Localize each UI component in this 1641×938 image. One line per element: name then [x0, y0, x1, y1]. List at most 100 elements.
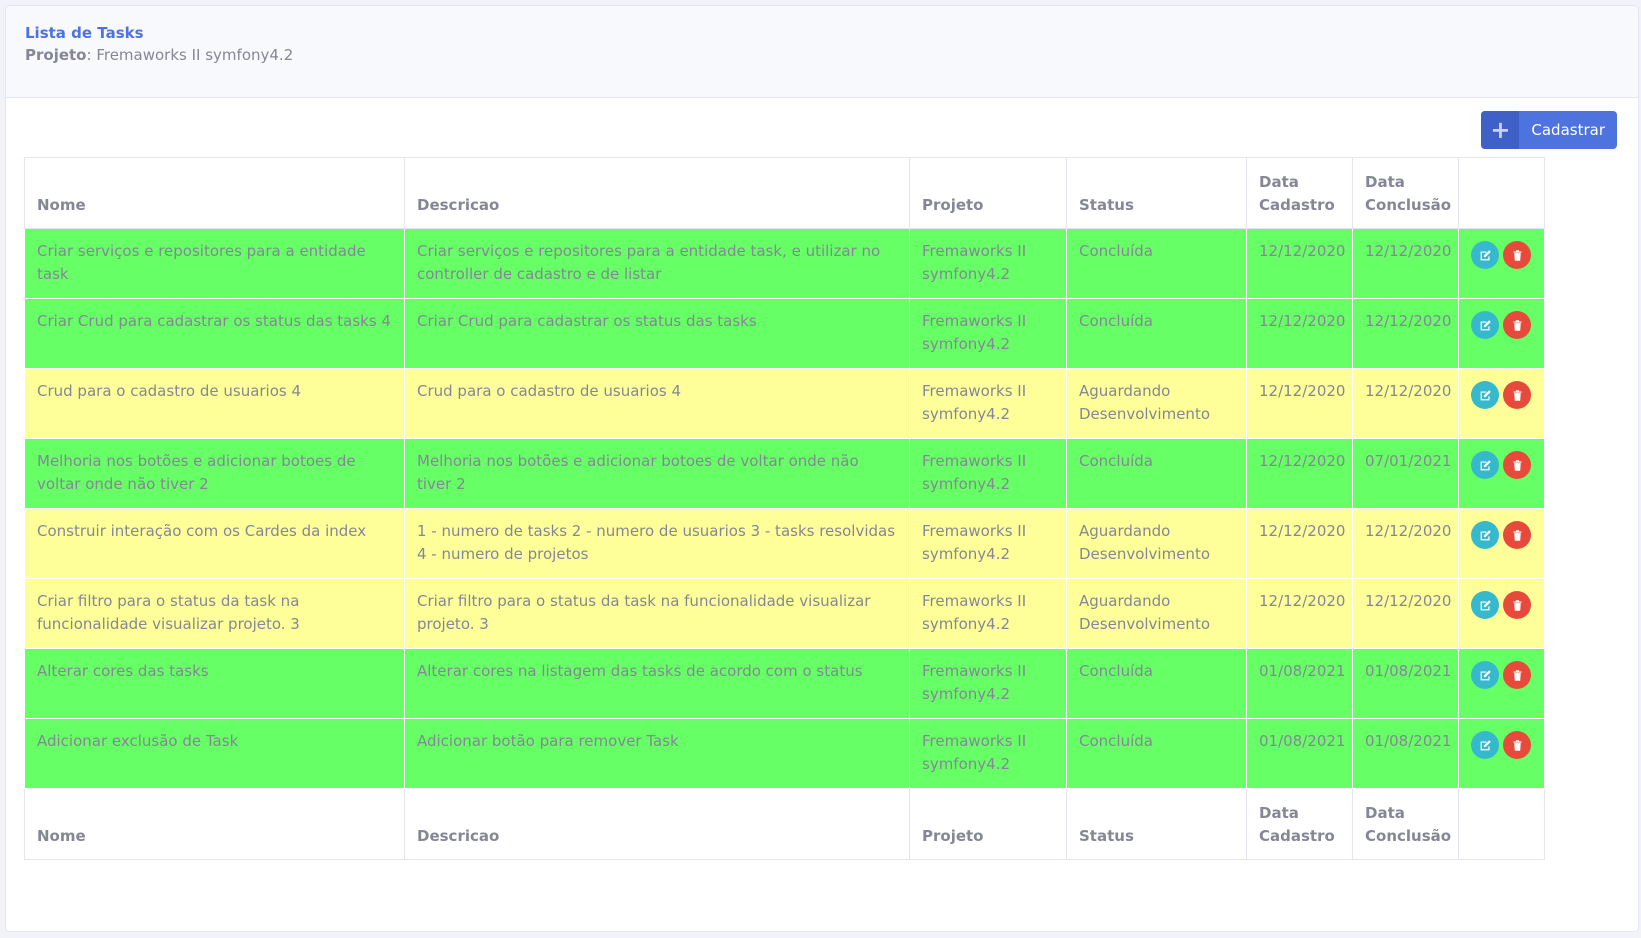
plus-icon: +	[1481, 111, 1520, 149]
row-actions	[1471, 310, 1532, 339]
cell-data-conclusao: 07/01/2021	[1352, 438, 1459, 509]
table-row: Alterar cores das tasks Alterar cores na …	[24, 648, 1545, 719]
col-footer-projeto: Projeto	[909, 788, 1067, 860]
trash-icon	[1512, 529, 1522, 541]
cell-projeto: Fremaworks II symfony4.2	[909, 228, 1067, 299]
delete-button[interactable]	[1503, 381, 1531, 409]
cell-actions	[1458, 298, 1545, 369]
table-row: Criar serviços e repositores para a enti…	[24, 228, 1545, 299]
edit-icon	[1480, 319, 1491, 330]
col-header-descricao[interactable]: Descricao	[404, 157, 910, 229]
cadastrar-button[interactable]: + Cadastrar	[1481, 111, 1617, 149]
cell-data-conclusao: 12/12/2020	[1352, 228, 1459, 299]
cell-nome: Criar filtro para o status da task na fu…	[24, 578, 405, 649]
cell-data-conclusao: 12/12/2020	[1352, 578, 1459, 649]
cell-data-cadastro: 12/12/2020	[1246, 438, 1353, 509]
delete-button[interactable]	[1503, 591, 1531, 619]
tasks-table: Nome Descricao Projeto Status Data Cadas…	[24, 157, 1545, 860]
cell-actions	[1458, 718, 1545, 789]
cell-status: Concluída	[1066, 298, 1247, 369]
table-row: Melhoria nos botões e adicionar botoes d…	[24, 438, 1545, 509]
row-actions	[1471, 590, 1532, 619]
cell-projeto: Fremaworks II symfony4.2	[909, 298, 1067, 369]
project-info: Projeto: Fremaworks II symfony4.2	[25, 46, 294, 64]
cell-data-conclusao: 01/08/2021	[1352, 648, 1459, 719]
cell-nome: Criar Crud para cadastrar os status das …	[24, 298, 405, 369]
cell-data-cadastro: 12/12/2020	[1246, 578, 1353, 649]
edit-icon	[1480, 389, 1491, 400]
edit-button[interactable]	[1471, 661, 1499, 689]
cell-data-cadastro: 12/12/2020	[1246, 228, 1353, 299]
cell-data-cadastro: 12/12/2020	[1246, 298, 1353, 369]
delete-button[interactable]	[1503, 521, 1531, 549]
cell-descricao: Melhoria nos botões e adicionar botoes d…	[404, 438, 910, 509]
cell-actions	[1458, 508, 1545, 579]
edit-icon	[1480, 529, 1491, 540]
edit-icon	[1480, 739, 1491, 750]
trash-icon	[1512, 599, 1522, 611]
row-actions	[1471, 450, 1532, 479]
cell-projeto: Fremaworks II symfony4.2	[909, 438, 1067, 509]
trash-icon	[1512, 319, 1522, 331]
cell-status: Concluída	[1066, 438, 1247, 509]
cell-data-cadastro: 12/12/2020	[1246, 508, 1353, 579]
cell-status: Concluída	[1066, 648, 1247, 719]
table-row: Criar filtro para o status da task na fu…	[24, 578, 1545, 649]
delete-button[interactable]	[1503, 241, 1531, 269]
edit-button[interactable]	[1471, 311, 1499, 339]
cell-actions	[1458, 228, 1545, 299]
col-header-data-conclusao[interactable]: Data Conclusão	[1352, 157, 1459, 229]
delete-button[interactable]	[1503, 731, 1531, 759]
cell-status: Concluída	[1066, 228, 1247, 299]
cell-data-cadastro: 01/08/2021	[1246, 718, 1353, 789]
edit-button[interactable]	[1471, 591, 1499, 619]
row-actions	[1471, 380, 1532, 409]
cell-projeto: Fremaworks II symfony4.2	[909, 368, 1067, 439]
row-actions	[1471, 660, 1532, 689]
cell-data-conclusao: 01/08/2021	[1352, 718, 1459, 789]
table-row: Construir interação com os Cardes da ind…	[24, 508, 1545, 579]
card-header: Lista de Tasks Projeto: Fremaworks II sy…	[6, 6, 1638, 98]
edit-button[interactable]	[1471, 731, 1499, 759]
cell-projeto: Fremaworks II symfony4.2	[909, 508, 1067, 579]
cell-nome: Adicionar exclusão de Task	[24, 718, 405, 789]
cell-projeto: Fremaworks II symfony4.2	[909, 718, 1067, 789]
edit-button[interactable]	[1471, 451, 1499, 479]
cell-status: Aguardando Desenvolvimento	[1066, 578, 1247, 649]
cell-nome: Criar serviços e repositores para a enti…	[24, 228, 405, 299]
edit-button[interactable]	[1471, 241, 1499, 269]
edit-icon	[1480, 599, 1491, 610]
cell-actions	[1458, 438, 1545, 509]
edit-icon	[1480, 669, 1491, 680]
cell-data-conclusao: 12/12/2020	[1352, 508, 1459, 579]
cell-nome: Crud para o cadastro de usuarios 4	[24, 368, 405, 439]
row-actions	[1471, 520, 1532, 549]
col-header-data-cadastro[interactable]: Data Cadastro	[1246, 157, 1353, 229]
cell-projeto: Fremaworks II symfony4.2	[909, 648, 1067, 719]
trash-icon	[1512, 459, 1522, 471]
cell-nome: Alterar cores das tasks	[24, 648, 405, 719]
cell-actions	[1458, 648, 1545, 719]
cell-actions	[1458, 368, 1545, 439]
cell-data-conclusao: 12/12/2020	[1352, 368, 1459, 439]
cell-data-cadastro: 01/08/2021	[1246, 648, 1353, 719]
project-label: Projeto	[25, 46, 87, 64]
col-header-projeto[interactable]: Projeto	[909, 157, 1067, 229]
table-header-row: Nome Descricao Projeto Status Data Cadas…	[24, 157, 1545, 229]
col-footer-nome: Nome	[24, 788, 405, 860]
edit-button[interactable]	[1471, 521, 1499, 549]
cell-descricao: Criar Crud para cadastrar os status das …	[404, 298, 910, 369]
edit-button[interactable]	[1471, 381, 1499, 409]
row-actions	[1471, 730, 1532, 759]
cell-descricao: 1 - numero de tasks 2 - numero de usuari…	[404, 508, 910, 579]
col-header-status[interactable]: Status	[1066, 157, 1247, 229]
delete-button[interactable]	[1503, 451, 1531, 479]
delete-button[interactable]	[1503, 311, 1531, 339]
row-actions	[1471, 240, 1532, 269]
col-header-nome[interactable]: Nome	[24, 157, 405, 229]
delete-button[interactable]	[1503, 661, 1531, 689]
cell-nome: Construir interação com os Cardes da ind…	[24, 508, 405, 579]
col-footer-data-cadastro: Data Cadastro	[1246, 788, 1353, 860]
table-row: Crud para o cadastro de usuarios 4 Crud p…	[24, 368, 1545, 439]
cell-descricao: Crud para o cadastro de usuarios 4	[404, 368, 910, 439]
